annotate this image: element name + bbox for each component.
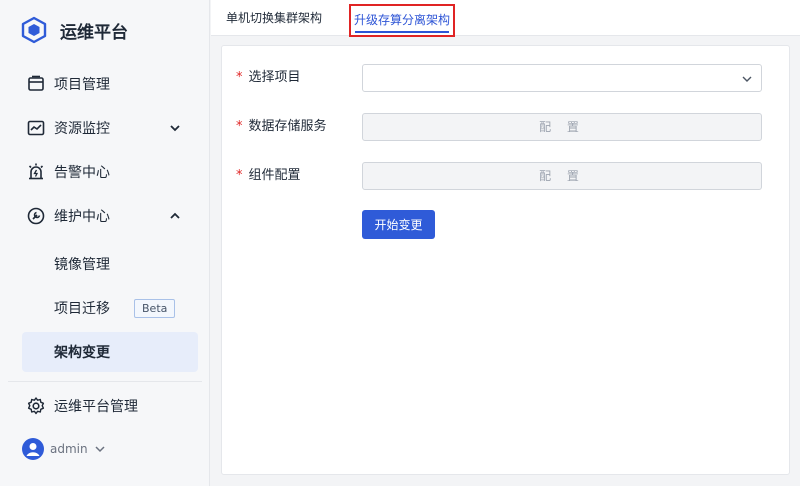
avatar-icon — [22, 438, 44, 460]
sidebar-subitem-label: 镜像管理 — [54, 257, 110, 273]
form-card: * 选择项目 * 数据存储服务 配 置 * 组件配置 配 置 开始变更 — [221, 45, 790, 475]
tab-label: 升级存算分离架构 — [353, 13, 450, 27]
sidebar-item-platform-admin[interactable]: 运维平台管理 — [8, 386, 202, 426]
component-config-button[interactable]: 配 置 — [362, 162, 762, 190]
required-mark: * — [236, 70, 243, 85]
sidebar-item-resource-monitor[interactable]: 资源监控 — [8, 108, 202, 148]
sidebar-subitem-project-migration[interactable]: 项目迁移 Beta — [22, 288, 198, 328]
sidebar-subitem-label: 项目迁移 — [54, 301, 110, 317]
project-icon — [28, 75, 44, 91]
sidebar-item-project-management[interactable]: 项目管理 — [8, 64, 202, 104]
user-name: admin — [50, 442, 88, 456]
tab-label: 单机切换集群架构 — [226, 11, 323, 25]
storage-config-button[interactable]: 配 置 — [362, 113, 762, 141]
component-config-label: * 组件配置 — [236, 162, 301, 190]
maintenance-icon — [27, 207, 45, 225]
label-text: 数据存储服务 — [248, 119, 327, 134]
sidebar-subitem-image-management[interactable]: 镜像管理 — [22, 244, 198, 284]
chevron-up-icon[interactable] — [168, 209, 182, 223]
tab-bar: 单机切换集群架构 升级存算分离架构 — [211, 0, 800, 37]
sidebar-item-label: 维护中心 — [54, 209, 110, 225]
label-text: 组件配置 — [248, 168, 301, 183]
brand-title: 运维平台 — [60, 22, 128, 43]
project-select-label: * 选择项目 — [236, 64, 301, 92]
tab-single-to-cluster[interactable]: 单机切换集群架构 — [226, 0, 322, 36]
brand: 运维平台 — [20, 14, 128, 46]
sidebar-item-alarm-center[interactable]: 告警中心 — [8, 152, 202, 192]
sidebar-subitem-architecture-change[interactable]: 架构变更 — [22, 332, 198, 372]
gear-icon — [27, 397, 45, 415]
tab-upgrade-storage-compute-separation[interactable]: 升级存算分离架构 — [349, 4, 455, 37]
sidebar-item-label: 告警中心 — [54, 165, 110, 181]
sidebar-item-label: 运维平台管理 — [54, 399, 138, 415]
chevron-down-icon — [742, 76, 752, 82]
monitor-chart-icon — [27, 120, 45, 136]
sidebar-divider — [8, 381, 202, 382]
storage-service-label: * 数据存储服务 — [236, 113, 327, 141]
chevron-down-icon — [95, 446, 105, 453]
sidebar-item-label: 项目管理 — [54, 77, 110, 93]
sidebar-item-maintenance-center[interactable]: 维护中心 — [8, 196, 202, 236]
beta-badge: Beta — [134, 298, 176, 318]
chevron-down-icon[interactable] — [168, 121, 182, 135]
start-change-button[interactable]: 开始变更 — [362, 210, 435, 239]
project-select[interactable] — [362, 64, 762, 92]
alarm-icon — [28, 163, 44, 180]
cube-logo-icon — [21, 16, 47, 44]
sidebar-subitem-label: 架构变更 — [54, 345, 110, 361]
sidebar-item-label: 资源监控 — [54, 121, 110, 137]
sidebar: 运维平台 项目管理 资源监控 告警中心 维护中心 镜像管理 项目迁移 Beta … — [0, 0, 210, 486]
required-mark: * — [236, 168, 243, 183]
user-menu[interactable]: admin — [22, 438, 106, 460]
active-tab-indicator — [355, 31, 449, 33]
required-mark: * — [236, 119, 243, 134]
app-root: 运维平台 项目管理 资源监控 告警中心 维护中心 镜像管理 项目迁移 Beta … — [0, 0, 800, 486]
label-text: 选择项目 — [248, 70, 301, 85]
